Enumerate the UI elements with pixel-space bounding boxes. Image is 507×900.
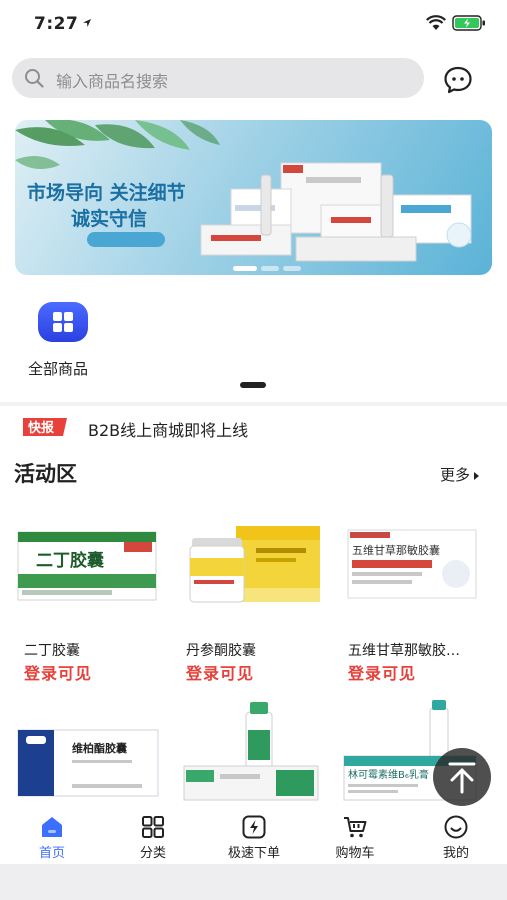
grid-squares-icon: [38, 302, 88, 342]
svg-text:快报: 快报: [28, 420, 55, 436]
arrow-up-to-top-icon: [448, 762, 476, 794]
product-card[interactable]: 二丁胶囊 二丁胶囊 登录可见: [14, 518, 164, 688]
product-image: [183, 702, 319, 801]
news-ticker[interactable]: 快报 B2B线上商城即将上线: [0, 406, 507, 450]
tab-mine-label: 我的: [442, 846, 469, 861]
banner-title: 市场导向 关注细节: [27, 182, 186, 204]
news-badge: 快报: [23, 418, 67, 436]
all-goods-button[interactable]: 全部商品: [22, 302, 106, 382]
search-icon: [25, 69, 44, 88]
back-to-top-button[interactable]: [433, 748, 491, 806]
battery-icon: [452, 15, 485, 31]
svg-text:二丁胶囊: 二丁胶囊: [36, 550, 104, 571]
tab-category[interactable]: 分类: [113, 812, 193, 864]
tab-quick-order-label: 极速下单: [227, 846, 280, 861]
product-name: 二丁胶囊: [24, 643, 80, 659]
status-bar: 7:27: [0, 0, 507, 50]
product-name: 五维甘草那敏胶…: [348, 643, 460, 659]
category-page-indicator: [240, 382, 266, 388]
activity-title: 活动区: [14, 462, 77, 486]
banner-pagination: [233, 266, 303, 272]
product-card[interactable]: 维柏酯胶囊: [14, 700, 164, 812]
search-placeholder: 输入商品名搜索: [56, 72, 169, 91]
all-goods-label: 全部商品: [28, 360, 89, 378]
tab-cart-label: 购物车: [335, 846, 375, 861]
svg-text:五维甘草那敏胶囊: 五维甘草那敏胶囊: [352, 543, 440, 557]
tab-category-label: 分类: [139, 846, 166, 861]
search-input[interactable]: 输入商品名搜索: [12, 58, 424, 98]
product-card[interactable]: 丹参酮胶囊 登录可见: [176, 518, 326, 688]
product-price: 登录可见: [348, 664, 417, 683]
status-time: 7:27: [34, 14, 79, 34]
promo-banner[interactable]: 市场导向 关注细节 诚实守信: [15, 120, 492, 275]
more-label: 更多: [440, 466, 471, 484]
tab-home[interactable]: 首页: [12, 812, 92, 864]
chevron-right-icon: [474, 471, 480, 480]
banner-tag-pill: [87, 232, 165, 247]
wifi-icon: [426, 15, 446, 30]
product-price: 登录可见: [24, 664, 93, 683]
smile-face-icon: [444, 815, 468, 839]
search-row: 输入商品名搜索: [0, 50, 507, 110]
banner-subtitle: 诚实守信: [71, 208, 148, 230]
product-image: 五维甘草那敏胶囊: [347, 529, 477, 599]
product-name: 丹参酮胶囊: [186, 643, 256, 659]
bottom-tab-bar: 首页 分类 极速下单 购物车 我的: [0, 812, 507, 864]
category-grid-icon: [142, 816, 164, 838]
product-price: 登录可见: [186, 664, 255, 683]
location-arrow-icon: [83, 19, 91, 27]
banner-dot-active[interactable]: [233, 266, 257, 271]
tab-quick-order[interactable]: 极速下单: [214, 812, 294, 864]
lightning-icon: [242, 815, 266, 839]
tab-home-label: 首页: [38, 846, 65, 861]
svg-text:维柏酯胶囊: 维柏酯胶囊: [72, 741, 128, 755]
news-text: B2B线上商城即将上线: [88, 421, 249, 440]
product-image: [189, 526, 320, 603]
cart-icon: [344, 817, 367, 838]
medicine-boxes-illustration: [200, 162, 472, 262]
svg-text:林可霉素维B₆乳膏: 林可霉素维B₆乳膏: [348, 768, 429, 781]
home-indicator-area: [0, 864, 507, 900]
product-image: 二丁胶囊: [17, 531, 157, 601]
tab-mine[interactable]: 我的: [416, 812, 496, 864]
banner-dot[interactable]: [283, 266, 301, 271]
chat-bubble-icon[interactable]: [443, 65, 473, 95]
category-shortcuts: 全部商品: [0, 290, 507, 402]
product-image: 维柏酯胶囊: [17, 729, 159, 797]
home-icon: [42, 817, 62, 837]
activity-section: 活动区 更多 二丁胶囊 二丁胶囊 登录可见 丹参酮胶囊 登录可见 五维甘草那敏胶…: [0, 450, 507, 812]
product-card[interactable]: [176, 700, 326, 812]
more-link[interactable]: 更多: [440, 464, 480, 485]
banner-dot[interactable]: [261, 266, 279, 271]
banner-section: 市场导向 关注细节 诚实守信: [0, 110, 507, 290]
tab-cart[interactable]: 购物车: [315, 812, 395, 864]
product-card[interactable]: 五维甘草那敏胶囊 五维甘草那敏胶… 登录可见: [338, 518, 488, 688]
